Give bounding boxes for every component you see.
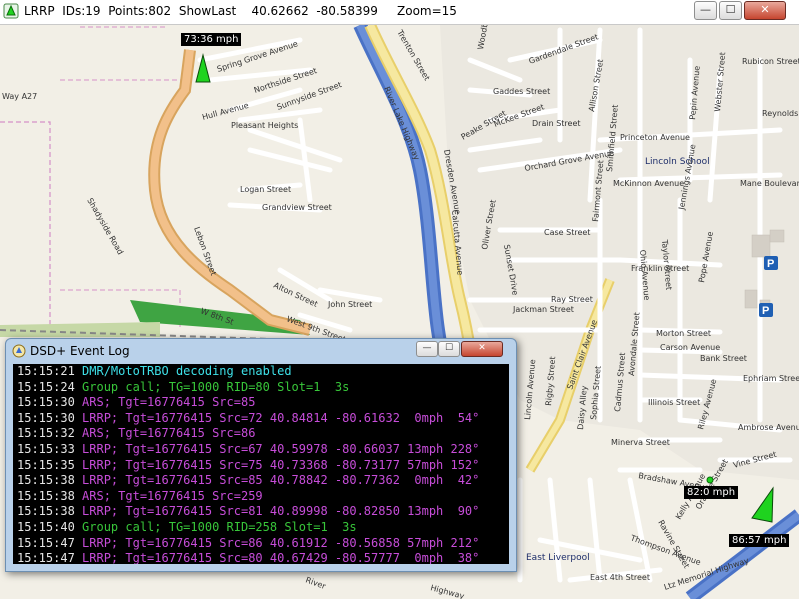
map-label-route: Way A27: [2, 92, 37, 101]
event-log-time: 15:15:33: [17, 441, 75, 456]
map-label-street: Ephriam Street: [743, 374, 799, 383]
event-log-line: 15:15:30 ARS; Tgt=16776415 Src=85: [13, 395, 509, 411]
minimize-button[interactable]: —: [416, 341, 438, 357]
map-label-city: East Liverpool: [526, 553, 590, 563]
event-log-line: 15:15:38 LRRP; Tgt=16776415 Src=85 40.78…: [13, 473, 509, 489]
event-log-time: 15:15:38: [17, 473, 75, 488]
position-dot-icon[interactable]: [706, 476, 714, 484]
event-log-message: LRRP; Tgt=16776415 Src=80 40.67429 -80.5…: [82, 551, 480, 564]
event-log-time: 15:15:35: [17, 457, 75, 472]
event-log-title: DSD+ Event Log: [30, 344, 130, 358]
event-log-line: 15:15:33 LRRP; Tgt=16776415 Src=67 40.59…: [13, 442, 509, 458]
map-label-street: Princeton Avenue: [620, 133, 690, 142]
event-log-line: 15:15:32 ARS; Tgt=16776415 Src=86: [13, 426, 509, 442]
map-label-street: Morton Street: [656, 329, 711, 338]
title-bar[interactable]: LRRP IDs:19 Points:802 ShowLast 40.62662…: [0, 0, 799, 25]
map-label-street: Reynolds: [762, 109, 798, 118]
map-label-street: East 4th Street: [590, 573, 650, 582]
parking-icon: P: [759, 303, 773, 317]
event-log-line: 15:15:30 LRRP; Tgt=16776415 Src=72 40.84…: [13, 411, 509, 427]
close-button[interactable]: ✕: [744, 1, 786, 20]
map-label-street: Ambrose Avenue: [738, 423, 799, 432]
map-label-street: Drain Street: [532, 119, 581, 128]
event-log-time: 15:15:32: [17, 426, 75, 441]
event-log-line: 15:15:21 DMR/MotoTRBO decoding enabled: [13, 364, 509, 380]
parking-label: P: [767, 258, 774, 270]
maximize-button[interactable]: ☐: [438, 341, 460, 357]
map-label-street: Logan Street: [240, 185, 291, 194]
event-log-message: Group call; TG=1000 RID=258 Slot=1 3s: [82, 519, 357, 534]
app-icon: [3, 3, 19, 19]
speed-label: 82:0 mph: [684, 486, 739, 499]
event-log-time: 15:15:47: [17, 535, 75, 550]
parking-label: P: [762, 305, 769, 317]
map-label-street: Jackman Street: [512, 305, 574, 314]
map-label-street: Bank Street: [700, 354, 747, 363]
event-log-time: 15:15:30: [17, 395, 75, 410]
event-log-list[interactable]: 15:15:21 DMR/MotoTRBO decoding enabled 15…: [13, 364, 509, 564]
map-label-street: Case Street: [544, 228, 590, 237]
event-log-time: 15:15:30: [17, 410, 75, 425]
map-label-street: Carson Avenue: [660, 343, 720, 352]
map-label-street: Grandview Street: [262, 203, 332, 212]
speed-label: 73:36 mph: [181, 33, 242, 46]
event-log-line: 15:15:38 LRRP; Tgt=16776415 Src=81 40.89…: [13, 504, 509, 520]
event-log-window[interactable]: DSD+ Event Log — ☐ ✕ 15:15:21 DMR/MotoTR…: [5, 338, 517, 572]
map-label-street: Gaddes Street: [493, 87, 550, 96]
map-label-street: Illinois Street: [648, 398, 700, 407]
maximize-button[interactable]: ☐: [719, 1, 742, 20]
speed-label: 86:57 mph: [729, 534, 790, 547]
event-log-time: 15:15:24: [17, 379, 75, 394]
event-log-message: ARS; Tgt=16776415 Src=86: [82, 426, 256, 441]
map-label-street: Rubicon Street: [742, 57, 799, 66]
map-label-street: Ray Street: [551, 295, 593, 304]
map-label-street: Minerva Street: [611, 438, 670, 447]
event-log-time: 15:15:38: [17, 504, 75, 519]
minimize-button[interactable]: —: [694, 1, 717, 20]
event-log-line: 15:15:47 LRRP; Tgt=16776415 Src=86 40.61…: [13, 536, 509, 552]
event-log-message: LRRP; Tgt=16776415 Src=75 40.73368 -80.7…: [82, 457, 480, 472]
window-title: LRRP IDs:19 Points:802 ShowLast 40.62662…: [24, 4, 457, 18]
event-log-message: LRRP; Tgt=16776415 Src=81 40.89998 -80.8…: [82, 504, 480, 519]
map-label-street: Mane Boulevard: [740, 179, 799, 188]
map-label-street: McKinnon Avenue: [613, 179, 684, 188]
event-log-message: ARS; Tgt=16776415 Src=85: [82, 395, 256, 410]
event-log-message: LRRP; Tgt=16776415 Src=85 40.78842 -80.7…: [82, 473, 480, 488]
map-label-school: Lincoln School: [645, 157, 710, 167]
event-log-message: Group call; TG=1000 RID=80 Slot=1 3s: [82, 379, 350, 394]
event-log-line: 15:15:47 LRRP; Tgt=16776415 Src=80 40.67…: [13, 551, 509, 564]
map-label-street: John Street: [327, 300, 372, 309]
event-log-line: 15:15:24 Group call; TG=1000 RID=80 Slot…: [13, 380, 509, 396]
event-log-message: ARS; Tgt=16776415 Src=259: [82, 488, 263, 503]
event-log-time: 15:15:47: [17, 551, 75, 564]
event-log-message: DMR/MotoTRBO decoding enabled: [82, 364, 292, 378]
app-icon: [12, 344, 26, 358]
event-log-message: LRRP; Tgt=16776415 Src=72 40.84814 -80.6…: [82, 410, 480, 425]
map-label-street: Pleasant Heights: [231, 121, 298, 130]
event-log-message: LRRP; Tgt=16776415 Src=67 40.59978 -80.6…: [82, 441, 480, 456]
event-log-line: 15:15:38 ARS; Tgt=16776415 Src=259: [13, 489, 509, 505]
close-button[interactable]: ✕: [461, 341, 503, 357]
event-log-time: 15:15:38: [17, 488, 75, 503]
parking-icon: P: [764, 256, 778, 270]
lrrp-window: LRRP IDs:19 Points:802 ShowLast 40.62662…: [0, 0, 799, 599]
event-log-line: 15:15:35 LRRP; Tgt=16776415 Src=75 40.73…: [13, 458, 509, 474]
event-log-line: 15:15:40 Group call; TG=1000 RID=258 Slo…: [13, 520, 509, 536]
event-log-message: LRRP; Tgt=16776415 Src=86 40.61912 -80.5…: [82, 535, 480, 550]
event-log-time: 15:15:40: [17, 519, 75, 534]
event-log-time: 15:15:21: [17, 364, 75, 378]
